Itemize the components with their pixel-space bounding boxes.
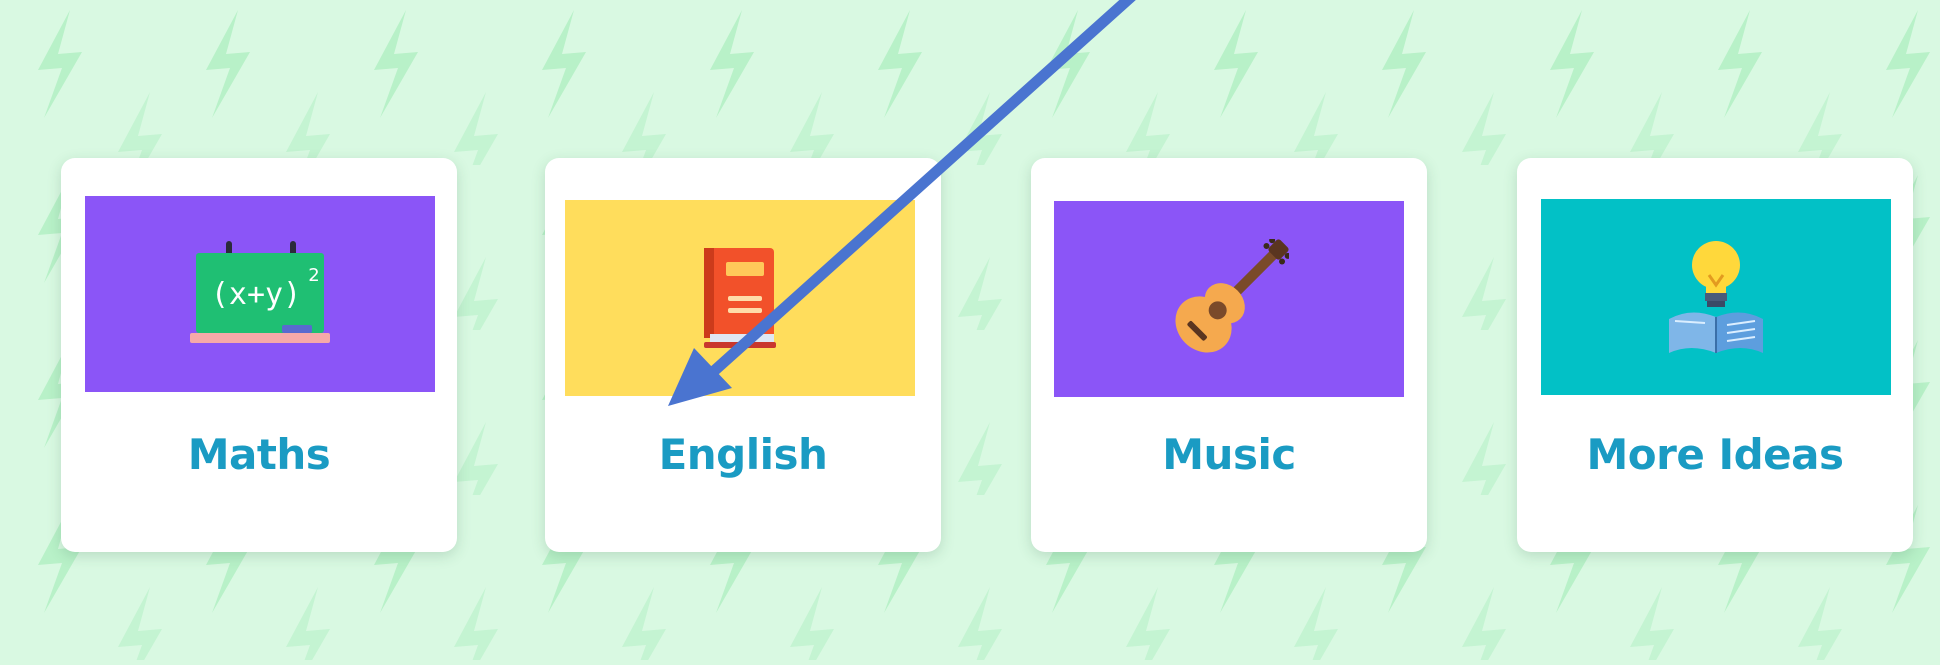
- formula-text: (x+y): [211, 277, 301, 312]
- lightbulb-book-icon: [1669, 241, 1763, 353]
- chalkboard-formula-icon: (x+y) 2: [190, 241, 330, 343]
- card-label-maths[interactable]: Maths: [61, 430, 457, 479]
- formula-exponent: 2: [308, 265, 319, 286]
- subject-cards: (x+y) 2 Maths English Music More Ideas: [0, 0, 1940, 665]
- card-english[interactable]: English: [545, 158, 941, 552]
- card-image-music: [1054, 201, 1404, 397]
- card-maths[interactable]: (x+y) 2 Maths: [61, 158, 457, 552]
- card-label-music[interactable]: Music: [1031, 430, 1427, 479]
- card-image-maths: (x+y) 2: [85, 196, 435, 392]
- card-label-more-ideas[interactable]: More Ideas: [1517, 430, 1913, 479]
- card-image-english: [565, 200, 915, 396]
- card-label-english[interactable]: English: [545, 430, 941, 479]
- book-icon: [704, 248, 776, 348]
- guitar-icon: [1175, 239, 1289, 353]
- card-music[interactable]: Music: [1031, 158, 1427, 552]
- card-image-more-ideas: [1541, 199, 1891, 395]
- card-more-ideas[interactable]: More Ideas: [1517, 158, 1913, 552]
